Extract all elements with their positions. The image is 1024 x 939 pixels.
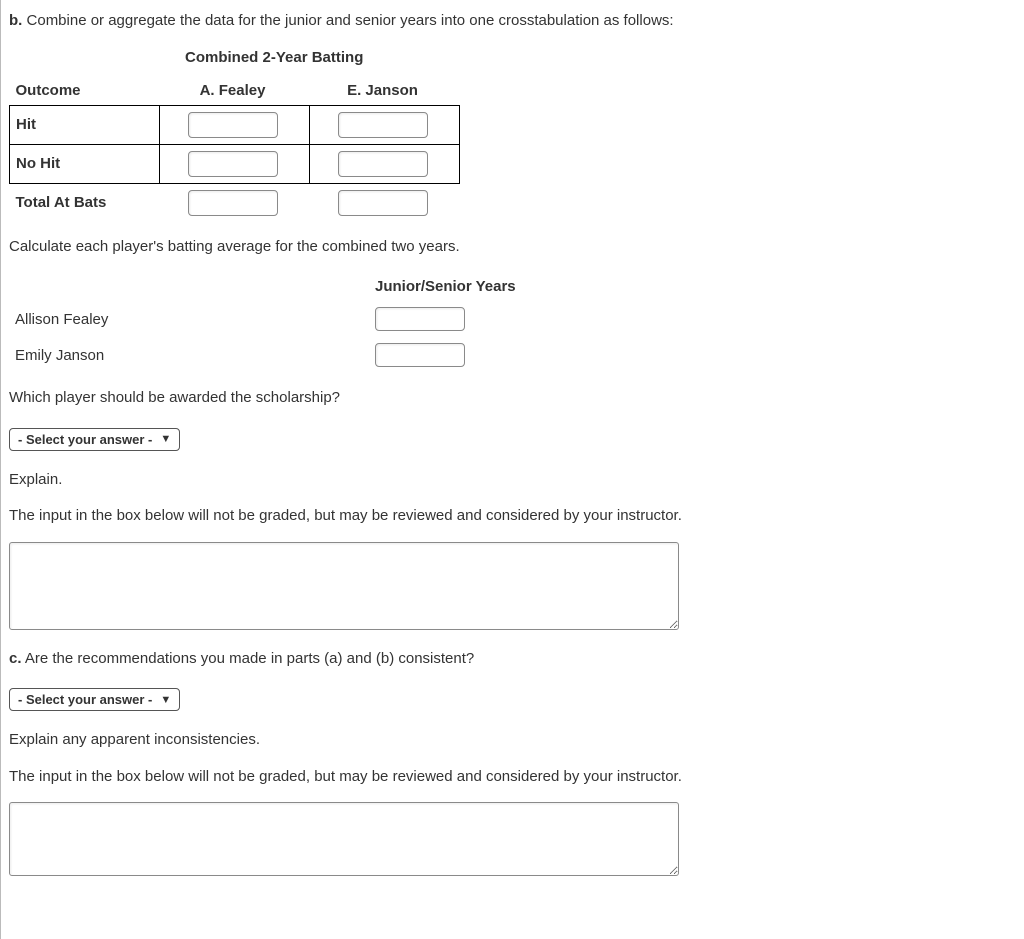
textarea-explain-c[interactable] — [9, 802, 679, 876]
select-consistent-label: - Select your answer - — [18, 692, 152, 707]
input-total-fealey[interactable] — [188, 190, 278, 216]
part-c-label: c. — [9, 650, 22, 667]
explain-label-c: Explain any apparent inconsistencies. — [9, 729, 1024, 752]
explain-label-b: Explain. — [9, 469, 1024, 492]
select-scholarship[interactable]: - Select your answer - ▼ — [9, 428, 180, 451]
input-hit-janson[interactable] — [338, 112, 428, 138]
row-nohit-label: No Hit — [10, 144, 160, 183]
part-c-question: c. Are the recommendations you made in p… — [9, 648, 1024, 671]
row-total-label: Total At Bats — [10, 183, 160, 222]
part-c-text: Are the recommendations you made in part… — [25, 650, 474, 667]
input-hit-fealey[interactable] — [188, 112, 278, 138]
crosstab-title: Combined 2-Year Batting — [185, 49, 1024, 66]
avg-player1-label: Allison Fealey — [9, 301, 369, 337]
textarea-explain-b[interactable] — [9, 542, 679, 630]
row-hit-label: Hit — [10, 105, 160, 144]
input-total-janson[interactable] — [338, 190, 428, 216]
part-b-intro: b. Combine or aggregate the data for the… — [9, 10, 1024, 33]
header-player1: A. Fealey — [160, 76, 310, 106]
chevron-down-icon: ▼ — [160, 694, 171, 706]
input-nohit-janson[interactable] — [338, 151, 428, 177]
avg-table: Junior/Senior Years Allison Fealey Emily… — [9, 272, 526, 373]
calc-prompt: Calculate each player's batting average … — [9, 236, 1024, 259]
chevron-down-icon: ▼ — [160, 433, 171, 445]
header-outcome: Outcome — [10, 76, 160, 106]
scholarship-question: Which player should be awarded the schol… — [9, 387, 1024, 410]
select-consistent[interactable]: - Select your answer - ▼ — [9, 688, 180, 711]
part-b-label: b. — [9, 12, 22, 29]
part-b-text: Combine or aggregate the data for the ju… — [27, 12, 674, 29]
avg-title: Junior/Senior Years — [369, 272, 526, 301]
not-graded-c: The input in the box below will not be g… — [9, 766, 1024, 789]
not-graded-b: The input in the box below will not be g… — [9, 505, 1024, 528]
avg-player2-label: Emily Janson — [9, 337, 369, 373]
input-avg-janson[interactable] — [375, 343, 465, 367]
question-container: b. Combine or aggregate the data for the… — [0, 0, 1024, 939]
crosstab-table: Outcome A. Fealey E. Janson Hit No Hit T… — [9, 76, 460, 222]
header-player2: E. Janson — [310, 76, 460, 106]
select-scholarship-label: - Select your answer - — [18, 432, 152, 447]
input-nohit-fealey[interactable] — [188, 151, 278, 177]
input-avg-fealey[interactable] — [375, 307, 465, 331]
